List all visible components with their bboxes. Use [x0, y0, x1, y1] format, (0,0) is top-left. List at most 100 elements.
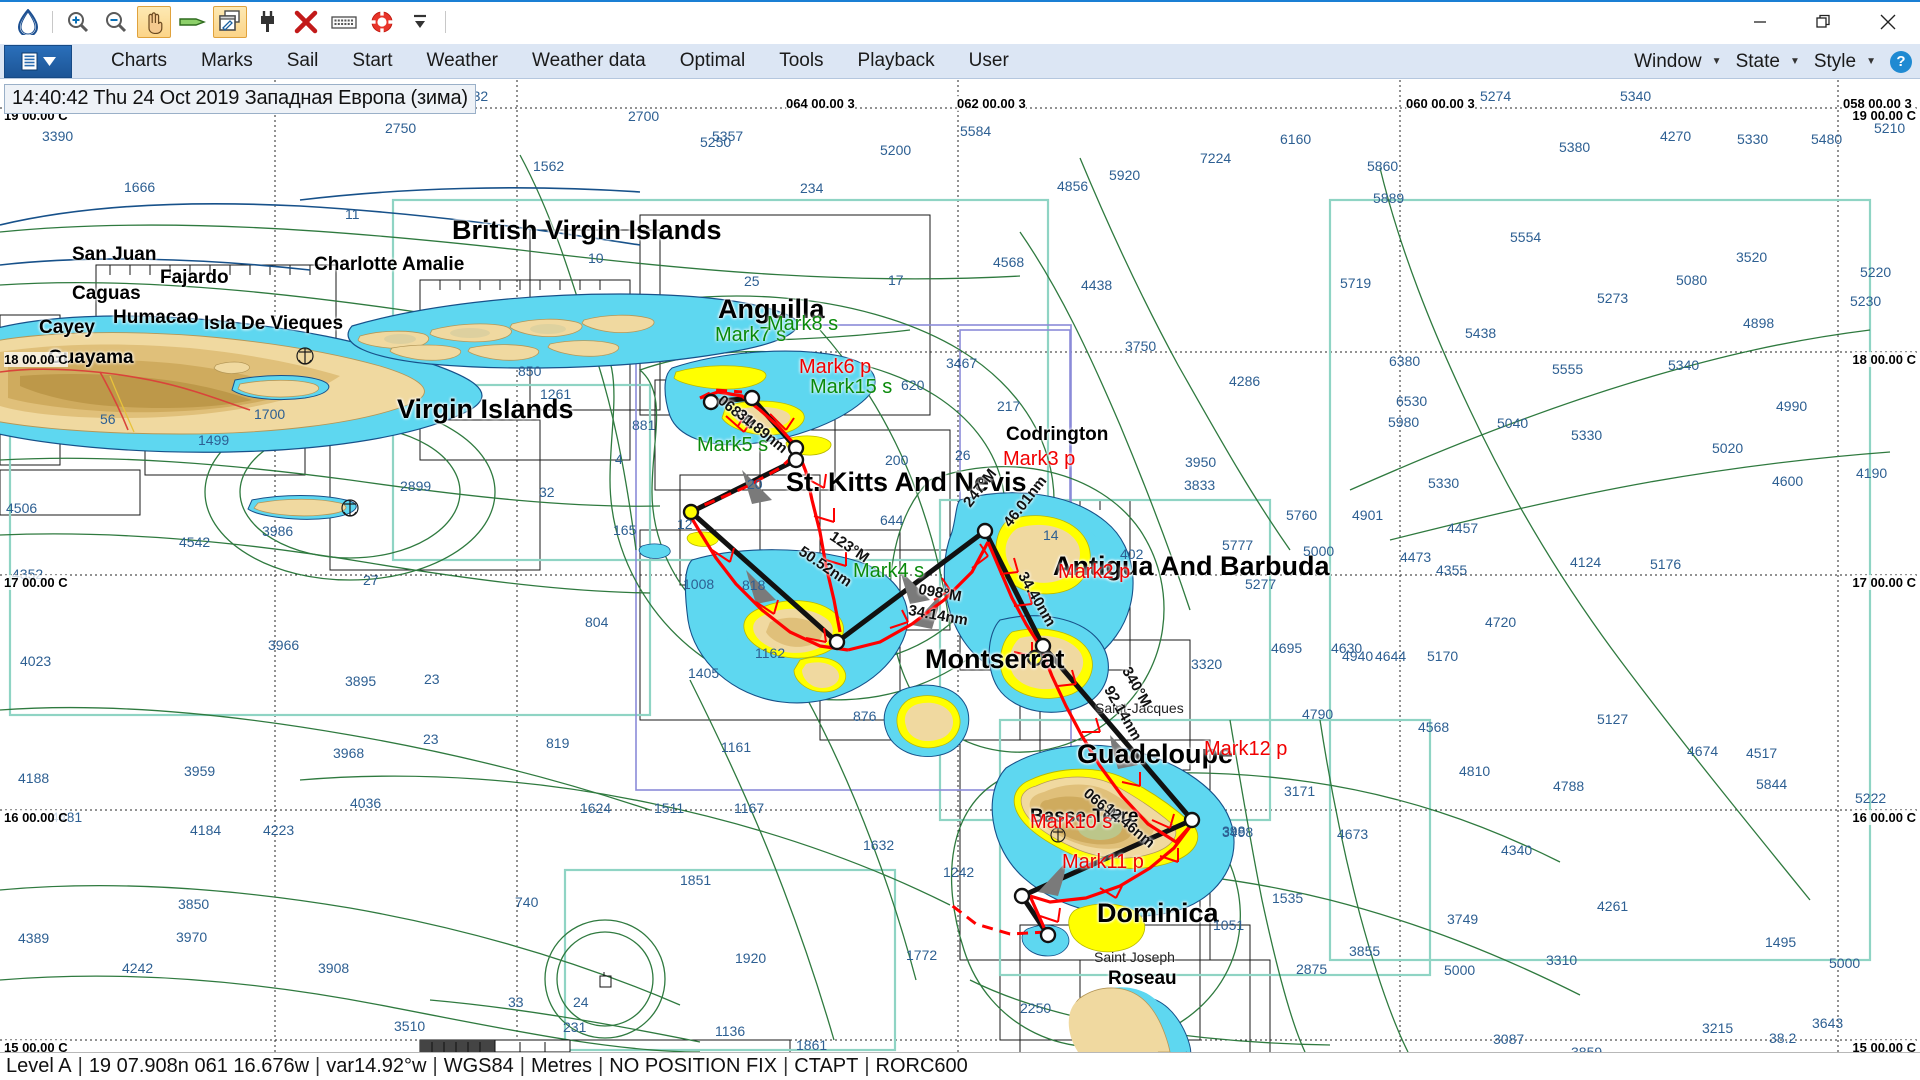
depth-sounding: 1920	[735, 950, 767, 966]
delete-x-icon[interactable]	[289, 6, 323, 38]
app-logo-icon[interactable]	[10, 6, 44, 38]
menu-item-playback[interactable]: Playback	[841, 44, 952, 78]
menu-item-weather-data[interactable]: Weather data	[515, 44, 663, 78]
depth-sounding: 819	[546, 735, 570, 751]
menu-item-window[interactable]: Window	[1628, 47, 1708, 77]
close-button[interactable]	[1856, 0, 1920, 44]
chevron-down-icon	[42, 56, 56, 66]
depth-sounding: 20	[747, 476, 763, 492]
course-mark-label[interactable]: Mark3 p	[1003, 448, 1075, 471]
zoom-out-icon[interactable]	[99, 6, 133, 38]
lifering-icon[interactable]	[365, 6, 399, 38]
chart-canvas[interactable]: 14:40:42 Thu 24 Oct 2019 Западная Европа…	[0, 80, 1920, 1052]
menu-item-marks[interactable]: Marks	[184, 44, 270, 78]
depth-sounding: 4898	[1743, 315, 1775, 331]
dropdown-more-icon[interactable]	[403, 6, 437, 38]
course-mark-label[interactable]: Mark15 s	[810, 376, 892, 399]
depth-sounding: 2700	[628, 108, 660, 124]
depth-sounding: 10	[588, 250, 604, 266]
menu-item-optimal[interactable]: Optimal	[663, 44, 762, 78]
depth-sounding: 3520	[1736, 249, 1768, 265]
depth-sounding: 4184	[190, 822, 222, 838]
depth-sounding: 3855	[1349, 943, 1381, 959]
depth-sounding: 4438	[1081, 277, 1113, 293]
depth-sounding: 4600	[1772, 473, 1804, 489]
menu-item-state[interactable]: State	[1730, 47, 1786, 77]
depth-sounding: 5860	[1367, 158, 1399, 174]
state-chevron-down-icon[interactable]: ▼	[1788, 56, 1806, 67]
depth-sounding: 3859	[1571, 1044, 1603, 1052]
pan-hand-icon[interactable]	[137, 6, 171, 38]
depth-sounding: 804	[585, 614, 609, 630]
depth-sounding: 4340	[1501, 842, 1533, 858]
menu-item-start[interactable]: Start	[335, 44, 409, 78]
menu-item-charts[interactable]: Charts	[94, 44, 184, 78]
depth-sounding: 850	[518, 363, 542, 379]
depth-sounding: 5170	[1427, 648, 1459, 664]
zoom-in-icon[interactable]	[61, 6, 95, 38]
depth-sounding: 5584	[960, 123, 992, 139]
depth-sounding: 4124	[1570, 554, 1602, 570]
depth-sounding: 234	[800, 180, 824, 196]
depth-sounding: 5340	[1620, 88, 1652, 104]
menu-item-weather[interactable]: Weather	[410, 44, 515, 78]
depth-sounding: 6160	[1280, 131, 1312, 147]
depth-sounding: 3959	[184, 763, 216, 779]
menu-item-style[interactable]: Style	[1808, 47, 1862, 77]
minimize-button[interactable]	[1728, 0, 1792, 44]
window-controls	[1728, 0, 1920, 44]
depth-sounding: 17	[888, 272, 904, 288]
depth-sounding: 5719	[1340, 275, 1372, 291]
menu-item-tools[interactable]: Tools	[762, 44, 840, 78]
course-mark-label[interactable]: Mark12 p	[1204, 738, 1287, 761]
depth-sounding: 4355	[1436, 562, 1468, 578]
plug-icon[interactable]	[251, 6, 285, 38]
depth-sounding: 4856	[1057, 178, 1089, 194]
depth-sounding: 6530	[1396, 393, 1428, 409]
maximize-button[interactable]	[1792, 0, 1856, 44]
depth-sounding: 1511	[654, 800, 685, 816]
course-mark-label[interactable]: Mark11 p	[1062, 851, 1144, 874]
menu-item-user[interactable]: User	[952, 44, 1026, 78]
depth-sounding: 1535	[1272, 890, 1304, 906]
graticule-label-top: 062 00.00 3	[957, 96, 1026, 111]
depth-sounding: 4506	[6, 500, 38, 516]
edit-window-icon[interactable]	[213, 6, 247, 38]
depth-sounding: 5277	[1245, 576, 1277, 592]
depth-sounding: 4188	[18, 770, 50, 786]
depth-sounding: 740	[515, 894, 539, 910]
depth-sounding: 5330	[1737, 131, 1769, 147]
chart-timestamp: 14:40:42 Thu 24 Oct 2019 Западная Европа…	[4, 84, 476, 114]
depth-sounding: 5020	[1712, 440, 1744, 456]
depth-sounding: 5000	[1829, 955, 1861, 971]
keyboard-icon[interactable]	[327, 6, 361, 38]
depth-sounding: 4389	[18, 930, 50, 946]
help-icon[interactable]: ?	[1890, 50, 1912, 73]
course-mark-label[interactable]: Mark2 p	[1058, 561, 1130, 584]
depth-sounding: 5357	[712, 128, 744, 144]
depth-sounding: 231	[563, 1019, 587, 1035]
depth-sounding: 217	[997, 398, 1021, 414]
depth-sounding: 3390	[42, 128, 74, 144]
depth-sounding: 38.2	[1769, 1030, 1797, 1046]
depth-sounding: 3087	[1493, 1031, 1525, 1047]
app-menu-button[interactable]	[4, 44, 72, 78]
depth-sounding: 3215	[1702, 1020, 1734, 1036]
depth-sounding: 4720	[1485, 614, 1517, 630]
depth-sounding: 4568	[1418, 719, 1450, 735]
window-chevron-down-icon[interactable]: ▼	[1710, 56, 1728, 67]
depth-sounding: 3510	[394, 1018, 426, 1034]
depth-sounding: 1242	[943, 864, 975, 880]
menu-item-sail[interactable]: Sail	[270, 44, 336, 78]
depth-sounding: 5000	[1444, 962, 1476, 978]
depth-sounding: 5273	[1597, 290, 1629, 306]
depth-sounding: 4542	[179, 534, 211, 550]
depth-sounding: 5330	[1428, 475, 1460, 491]
depth-sounding: 3833	[1184, 477, 1216, 493]
mark-pointer-icon[interactable]	[175, 6, 209, 38]
course-mark-label[interactable]: Mark8 s	[767, 313, 838, 336]
status-bar: Level A | 19 07.908n 061 16.676w | var14.9…	[0, 1052, 1920, 1080]
depth-sounding: 4242	[122, 960, 154, 976]
style-chevron-down-icon[interactable]: ▼	[1864, 56, 1882, 67]
country-label: Montserrat	[925, 644, 1065, 674]
